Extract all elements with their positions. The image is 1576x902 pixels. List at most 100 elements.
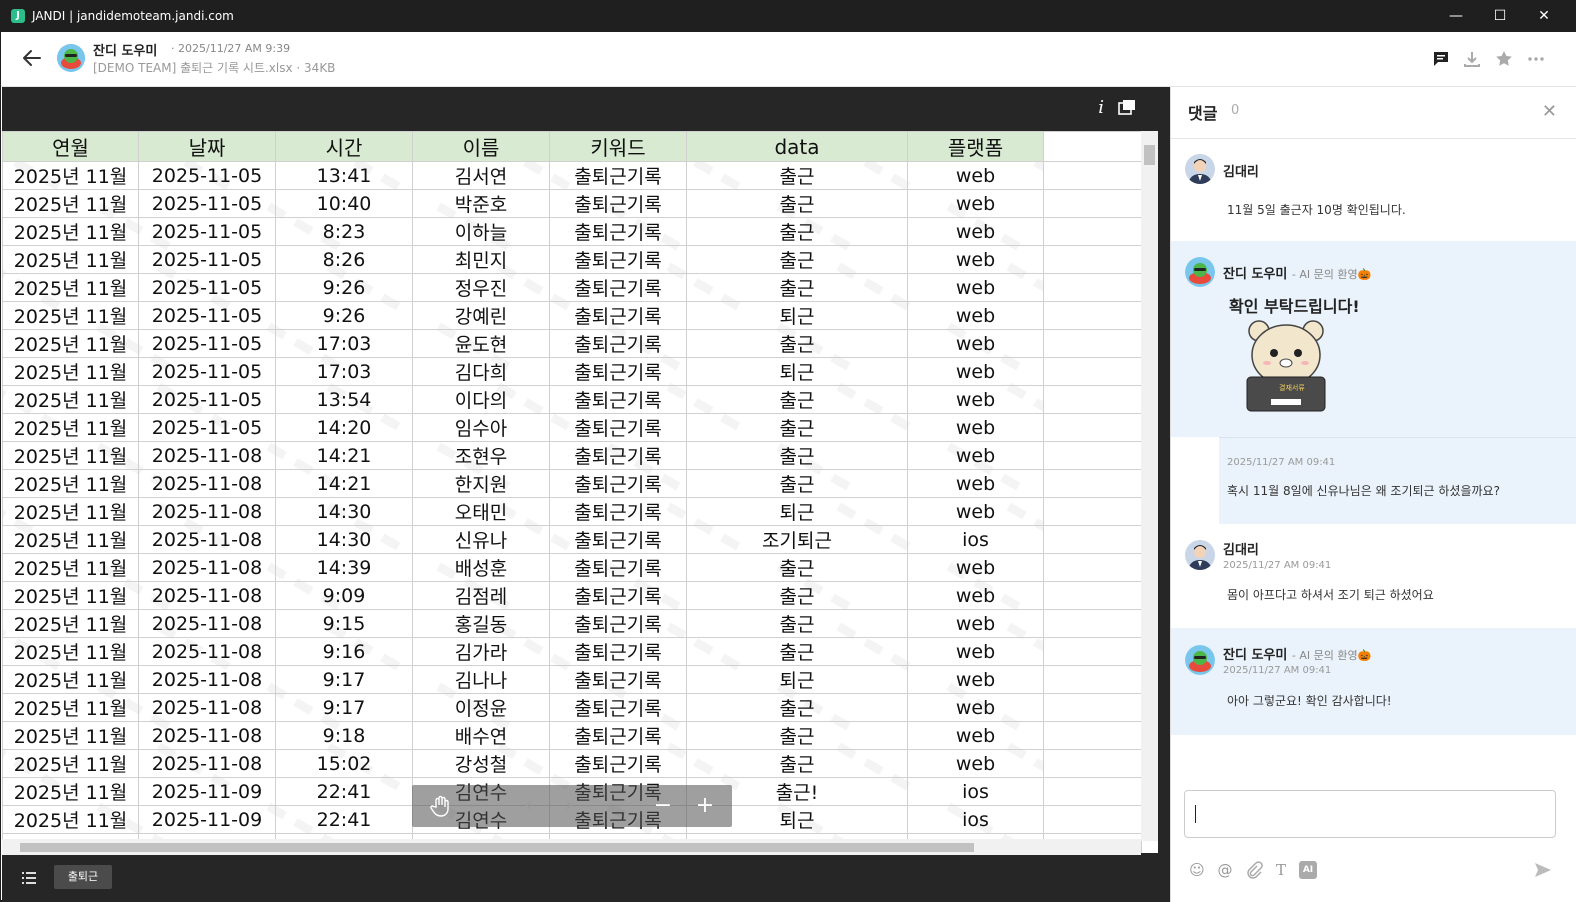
table-cell[interactable]: 2025-11-05 bbox=[138, 385, 276, 414]
ai-icon[interactable]: AI bbox=[1299, 861, 1317, 879]
table-cell[interactable]: 2025년 11월 bbox=[2, 245, 139, 274]
table-cell[interactable]: 2025-11-08 bbox=[138, 497, 276, 526]
table-cell[interactable]: 22:41 bbox=[275, 805, 413, 834]
table-cell[interactable]: 2025년 11월 bbox=[2, 161, 139, 190]
empty-cell[interactable] bbox=[1043, 525, 1142, 554]
table-cell[interactable]: 홍길동 bbox=[412, 609, 550, 638]
table-cell[interactable]: 이정윤 bbox=[412, 693, 550, 722]
table-cell[interactable]: 2025-11-05 bbox=[138, 301, 276, 330]
table-cell[interactable]: 출퇴근기록 bbox=[549, 693, 687, 722]
table-cell[interactable]: web bbox=[907, 497, 1044, 526]
table-cell[interactable]: web bbox=[907, 553, 1044, 582]
table-cell[interactable]: 14:20 bbox=[275, 413, 413, 442]
empty-cell[interactable] bbox=[1043, 301, 1142, 330]
table-cell[interactable]: 2025-11-05 bbox=[138, 357, 276, 386]
table-cell[interactable]: 9:26 bbox=[275, 273, 413, 302]
spreadsheet[interactable]: ▬ ▬ ▬▬ ▬ ▬▬ ▬ ▬▬ ▬ ▬▬ ▬ ▬▬ ▬ ▬▬ ▬ ▬▬ ▬ ▬… bbox=[2, 131, 1158, 853]
table-cell[interactable]: ios bbox=[907, 805, 1044, 834]
table-cell[interactable]: 출퇴근기록 bbox=[549, 469, 687, 498]
empty-cell[interactable] bbox=[1043, 777, 1142, 806]
download-icon[interactable] bbox=[1462, 49, 1482, 69]
table-cell[interactable]: 2025-11-08 bbox=[138, 469, 276, 498]
table-cell[interactable]: 박준호 bbox=[412, 189, 550, 218]
column-header[interactable]: 시간 bbox=[275, 131, 413, 162]
table-cell[interactable]: 임수아 bbox=[412, 413, 550, 442]
table-cell[interactable]: 9:17 bbox=[275, 665, 413, 694]
table-cell[interactable]: 출근 bbox=[686, 161, 908, 190]
table-cell[interactable]: 신유나 bbox=[412, 525, 550, 554]
table-cell[interactable]: 퇴근 bbox=[686, 665, 908, 694]
table-cell[interactable]: 14:30 bbox=[275, 497, 413, 526]
table-cell[interactable]: 9:17 bbox=[275, 693, 413, 722]
empty-cell[interactable] bbox=[1043, 665, 1142, 694]
table-cell[interactable]: 김점레 bbox=[412, 581, 550, 610]
table-cell[interactable]: 출퇴근기록 bbox=[549, 637, 687, 666]
table-cell[interactable]: web bbox=[907, 413, 1044, 442]
table-cell[interactable]: 배성훈 bbox=[412, 553, 550, 582]
column-header[interactable]: 날짜 bbox=[138, 131, 276, 162]
table-cell[interactable]: 2025년 11월 bbox=[2, 217, 139, 246]
table-cell[interactable]: 출근 bbox=[686, 553, 908, 582]
table-cell[interactable]: 강성철 bbox=[412, 749, 550, 778]
table-cell[interactable]: 2025년 11월 bbox=[2, 413, 139, 442]
table-cell[interactable]: 2025년 11월 bbox=[2, 525, 139, 554]
table-cell[interactable]: web bbox=[907, 693, 1044, 722]
table-cell[interactable]: 최민지 bbox=[412, 245, 550, 274]
table-cell[interactable]: 2025년 11월 bbox=[2, 357, 139, 386]
table-cell[interactable]: 출근 bbox=[686, 749, 908, 778]
table-cell[interactable]: 2025-11-05 bbox=[138, 329, 276, 358]
vertical-scrollbar[interactable] bbox=[1141, 131, 1158, 841]
table-cell[interactable]: web bbox=[907, 721, 1044, 750]
table-cell[interactable]: 2025-11-05 bbox=[138, 189, 276, 218]
empty-cell[interactable] bbox=[1043, 385, 1142, 414]
table-cell[interactable]: 출퇴근기록 bbox=[549, 301, 687, 330]
table-cell[interactable]: web bbox=[907, 329, 1044, 358]
table-cell[interactable]: 이하늘 bbox=[412, 217, 550, 246]
table-cell[interactable]: 13:54 bbox=[275, 385, 413, 414]
table-cell[interactable]: web bbox=[907, 581, 1044, 610]
table-cell[interactable]: 17:03 bbox=[275, 357, 413, 386]
table-cell[interactable]: 2025년 11월 bbox=[2, 805, 139, 834]
table-cell[interactable]: 2025년 11월 bbox=[2, 441, 139, 470]
empty-cell[interactable] bbox=[1043, 441, 1142, 470]
table-cell[interactable]: 2025-11-08 bbox=[138, 665, 276, 694]
table-cell[interactable]: 14:21 bbox=[275, 441, 413, 470]
table-cell[interactable]: 2025-11-08 bbox=[138, 609, 276, 638]
emoji-icon[interactable]: ☺ bbox=[1187, 860, 1207, 880]
column-header[interactable]: 이름 bbox=[412, 131, 550, 162]
table-cell[interactable]: 13:41 bbox=[275, 161, 413, 190]
mention-icon[interactable]: @ bbox=[1215, 860, 1235, 880]
table-cell[interactable]: web bbox=[907, 469, 1044, 498]
table-cell[interactable]: 출퇴근기록 bbox=[549, 273, 687, 302]
next-page-icon[interactable]: › bbox=[556, 793, 582, 819]
table-cell[interactable]: 출퇴근기록 bbox=[549, 357, 687, 386]
send-icon[interactable] bbox=[1533, 860, 1553, 880]
empty-cell[interactable] bbox=[1043, 329, 1142, 358]
empty-cell[interactable] bbox=[1043, 357, 1142, 386]
table-cell[interactable]: ios bbox=[907, 525, 1044, 554]
table-cell[interactable]: 2025-11-08 bbox=[138, 721, 276, 750]
table-cell[interactable]: 김가라 bbox=[412, 637, 550, 666]
table-cell[interactable]: web bbox=[907, 637, 1044, 666]
table-cell[interactable]: 2025년 11월 bbox=[2, 693, 139, 722]
table-cell[interactable]: 2025년 11월 bbox=[2, 665, 139, 694]
table-cell[interactable]: web bbox=[907, 665, 1044, 694]
table-cell[interactable]: 2025년 11월 bbox=[2, 189, 139, 218]
empty-cell[interactable] bbox=[1043, 553, 1142, 582]
table-cell[interactable]: 출근 bbox=[686, 637, 908, 666]
table-cell[interactable]: web bbox=[907, 441, 1044, 470]
table-cell[interactable]: 2025-11-05 bbox=[138, 413, 276, 442]
table-cell[interactable]: 출퇴근기록 bbox=[549, 245, 687, 274]
table-cell[interactable]: 김다희 bbox=[412, 357, 550, 386]
table-cell[interactable]: 오태민 bbox=[412, 497, 550, 526]
sheet-tab[interactable]: 출퇴근 bbox=[54, 865, 112, 889]
empty-cell[interactable] bbox=[1043, 131, 1142, 162]
table-cell[interactable]: 2025-11-09 bbox=[138, 777, 276, 806]
table-cell[interactable]: 출퇴근기록 bbox=[549, 189, 687, 218]
comment-input[interactable] bbox=[1184, 790, 1556, 838]
table-cell[interactable]: web bbox=[907, 301, 1044, 330]
column-header[interactable]: data bbox=[686, 131, 908, 162]
table-cell[interactable]: 출퇴근기록 bbox=[549, 329, 687, 358]
open-new-window-icon[interactable] bbox=[1118, 99, 1136, 115]
comment-icon[interactable] bbox=[1431, 49, 1451, 69]
